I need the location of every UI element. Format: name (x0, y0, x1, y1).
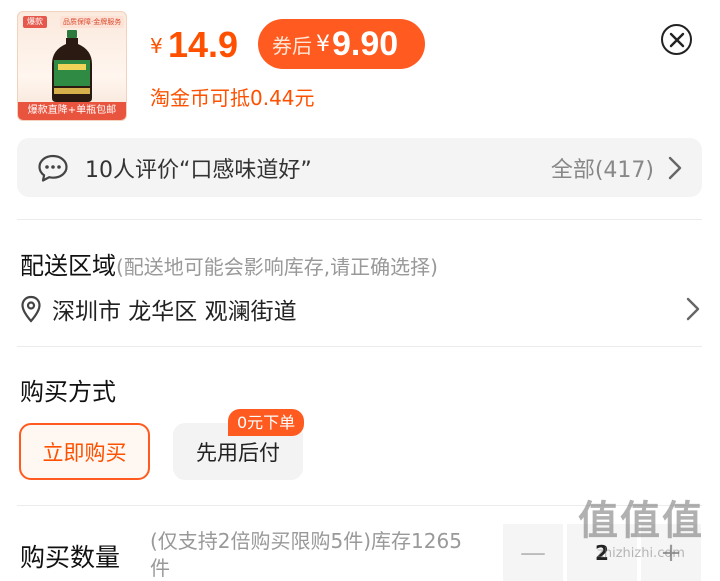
coupon-label: 券后 (272, 33, 312, 58)
delivery-title: 配送区域 (20, 252, 116, 280)
close-icon (669, 32, 684, 47)
current-price: 14.9 (168, 24, 239, 65)
taojinbi-deduction: 淘金币可抵0.44元 (150, 86, 315, 110)
coupon-price-badge: 券后 ¥ 9.90 (258, 19, 425, 69)
delivery-hint: (配送地可能会影响库存,请正确选择) (116, 255, 438, 279)
chevron-right-icon (686, 297, 700, 321)
coupon-currency: ¥ (316, 31, 330, 57)
soy-sauce-bottle-icon (52, 30, 92, 102)
review-highlight: 10人评价“口感味道好” (85, 157, 312, 183)
divider (17, 219, 702, 220)
watermark-url: zhizhizhi.com (597, 546, 685, 561)
price-currency: ¥ (150, 34, 163, 58)
coupon-price: 9.90 (332, 24, 399, 63)
divider (17, 346, 702, 347)
close-button[interactable] (661, 24, 692, 55)
thumb-tag-secondary: 品质保障·金牌服务 (60, 16, 125, 28)
quantity-hint: (仅支持2倍购买限购5件)库存1265件 (150, 529, 462, 580)
chat-bubble-icon (38, 154, 68, 182)
product-thumbnail[interactable]: 爆款 品质保障·金牌服务 爆款直降+单瓶包邮 (17, 11, 127, 121)
thumb-banner: 爆款直降+单瓶包邮 (18, 102, 126, 120)
zero-down-badge: 0元下单 (228, 409, 305, 436)
purchase-method-title: 购买方式 (20, 378, 116, 406)
all-reviews-link[interactable]: 全部(417) (551, 152, 654, 184)
quantity-title: 购买数量 (20, 543, 121, 572)
watermark: 值值值 zhizhizhi.com (566, 496, 716, 578)
review-summary-bar[interactable]: 10人评价“口感味道好” 全部(417) (17, 138, 702, 197)
delivery-section-title: 配送区域(配送地可能会影响库存,请正确选择) (20, 246, 438, 281)
quantity-decrease-button[interactable]: — (503, 524, 563, 581)
chevron-right-icon (668, 156, 682, 179)
buy-now-option[interactable]: 立即购买 (19, 423, 150, 480)
location-pin-icon (21, 295, 41, 323)
watermark-logo: 值值值 (578, 498, 704, 544)
delivery-address-row[interactable]: 深圳市 龙华区 观澜街道 (20, 292, 700, 326)
thumb-tag: 爆款 (23, 16, 47, 28)
delivery-address: 深圳市 龙华区 观澜街道 (52, 299, 297, 325)
